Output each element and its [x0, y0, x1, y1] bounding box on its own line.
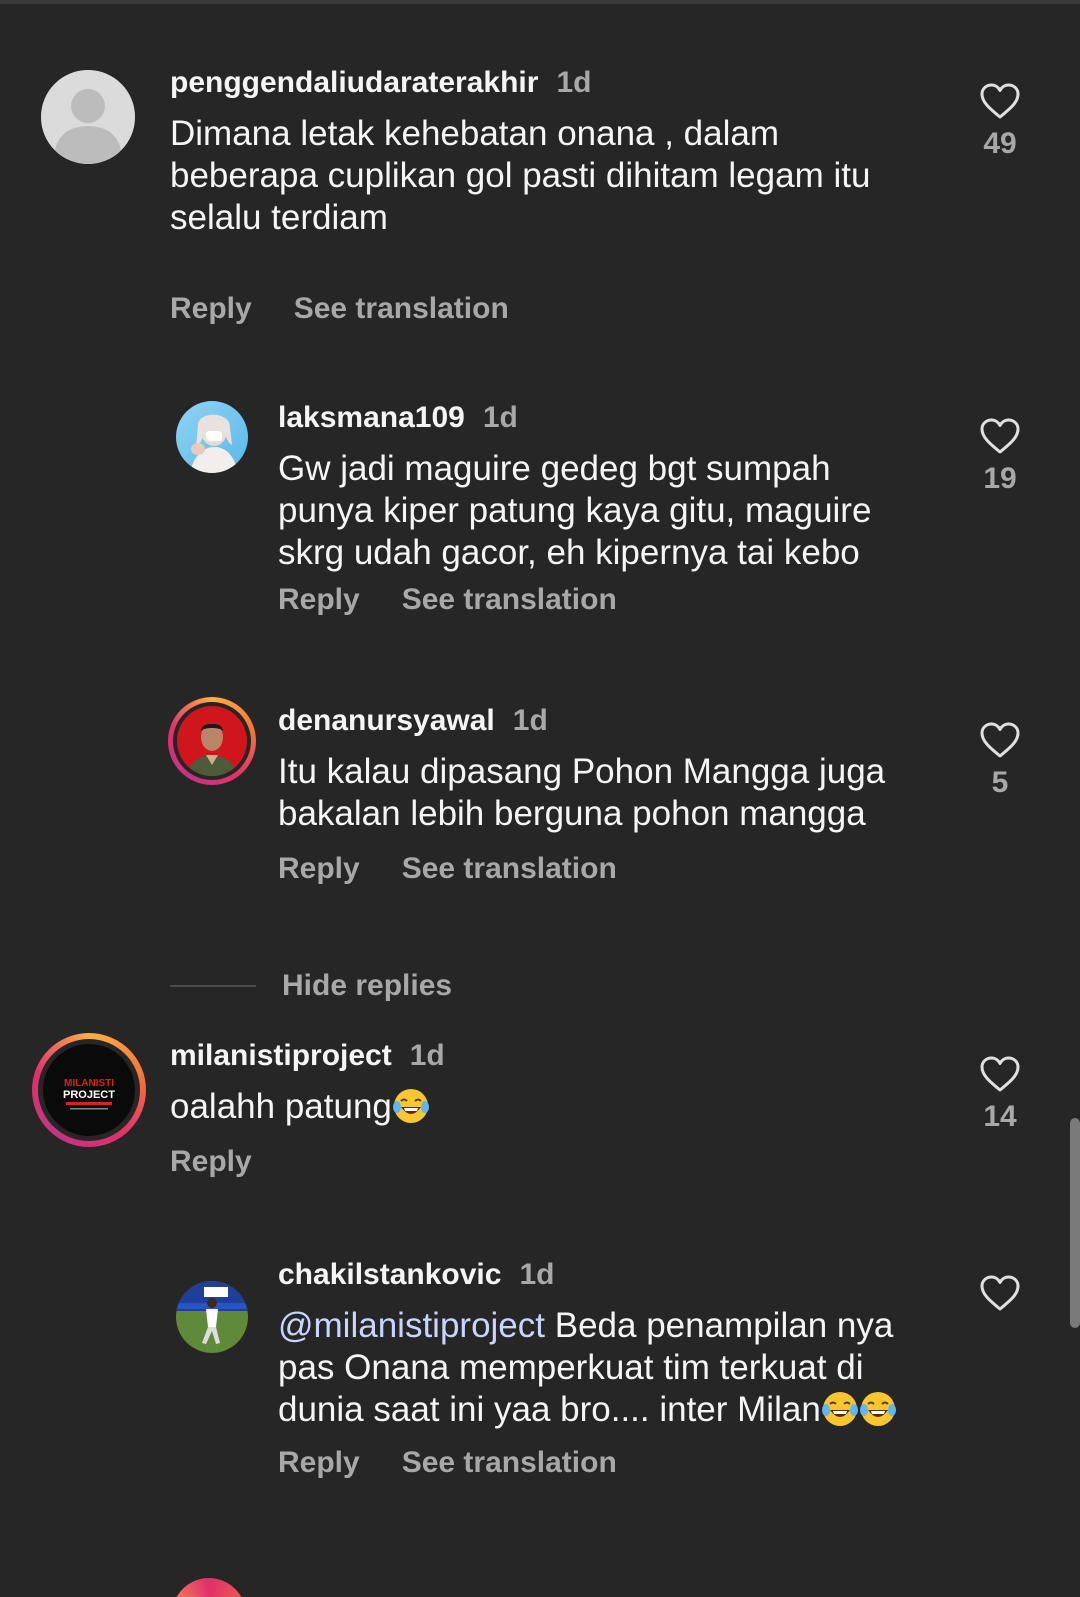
comment-text: Gw jadi maguire gedeg bgt sumpah punya k… — [278, 449, 872, 572]
comment-username[interactable]: penggendaliudaraterakhir — [170, 66, 538, 99]
reply-button[interactable]: Reply — [170, 1142, 252, 1182]
like-count: 19 — [983, 462, 1017, 495]
reply-button[interactable]: Reply — [278, 580, 360, 620]
like-control: 14 — [976, 1055, 1024, 1137]
comment-text: Dimana letak kehebatan onana , dalam beb… — [170, 114, 871, 237]
heart-icon[interactable] — [979, 417, 1021, 455]
comment-body: denanursyawal 1d Itu kalau dipasang Pohon… — [278, 701, 930, 889]
heart-icon[interactable] — [979, 1055, 1021, 1093]
like-control: 49 — [976, 82, 1024, 164]
comment-text-content: oalahh patung — [170, 1087, 392, 1126]
heart-icon[interactable] — [979, 1274, 1021, 1312]
reply-button[interactable]: Reply — [170, 289, 252, 329]
comment-text: @milanistiproject Beda penampilan nya pa… — [278, 1305, 930, 1431]
reply-button[interactable]: Reply — [278, 849, 360, 889]
like-count: 5 — [991, 766, 1009, 799]
comment-body: chakilstankovic 1d @milanistiproject Beda… — [278, 1255, 930, 1483]
comment-username[interactable]: chakilstankovic — [278, 1258, 501, 1291]
comment-time: 1d — [409, 1039, 445, 1072]
comment-time: 1d — [519, 1258, 555, 1291]
comment-username[interactable]: denanursyawal — [278, 704, 495, 737]
tears-of-joy-emoji-icon — [859, 1392, 896, 1426]
mention-link[interactable]: @milanistiproject — [278, 1306, 545, 1345]
comment-body: milanistiproject 1d oalahh patung Reply — [170, 1036, 930, 1182]
divider-line — [170, 985, 256, 987]
tears-of-joy-emoji-icon — [392, 1089, 429, 1123]
like-count: 14 — [983, 1100, 1017, 1133]
comment-username[interactable]: laksmana109 — [278, 401, 465, 434]
heart-icon[interactable] — [979, 721, 1021, 759]
comment-time: 1d — [482, 401, 518, 434]
top-divider — [0, 0, 1080, 4]
comment-time: 1d — [556, 66, 592, 99]
see-translation-button[interactable]: See translation — [402, 580, 617, 620]
heart-icon[interactable] — [979, 82, 1021, 120]
avatar[interactable]: MILANISTI PROJECT — [32, 1033, 146, 1147]
avatar[interactable] — [176, 401, 248, 473]
comment-body: penggendaliudaraterakhir 1d Dimana letak … — [170, 63, 930, 329]
see-translation-button[interactable]: See translation — [402, 1443, 617, 1483]
see-translation-button[interactable]: See translation — [402, 849, 617, 889]
reply-button[interactable]: Reply — [278, 1443, 360, 1483]
see-translation-button[interactable]: See translation — [294, 289, 509, 329]
scrollbar[interactable] — [1070, 1118, 1080, 1328]
avatar[interactable] — [172, 1578, 246, 1597]
avatar[interactable] — [176, 1281, 248, 1353]
comment-text: oalahh patung — [170, 1086, 930, 1128]
like-count: 49 — [983, 127, 1017, 160]
logo-text-milanisti: MILANISTI — [64, 1078, 114, 1089]
hide-replies-button[interactable]: Hide replies — [282, 966, 452, 1006]
comment-body: laksmana109 1d Gw jadi maguire gedeg bgt … — [278, 398, 930, 620]
comment-time: 1d — [512, 704, 548, 737]
comment-text: Itu kalau dipasang Pohon Mangga juga bak… — [278, 752, 886, 833]
logo-text-project: PROJECT — [63, 1089, 115, 1101]
comments-screen: penggendaliudaraterakhir 1d Dimana letak … — [0, 0, 1080, 1597]
default-avatar-icon[interactable] — [41, 70, 135, 164]
like-control — [976, 1274, 1024, 1312]
comment-username[interactable]: milanistiproject — [170, 1039, 392, 1072]
tears-of-joy-emoji-icon — [821, 1392, 858, 1426]
like-control: 19 — [976, 417, 1024, 499]
avatar[interactable] — [168, 697, 256, 785]
like-control: 5 — [976, 721, 1024, 803]
